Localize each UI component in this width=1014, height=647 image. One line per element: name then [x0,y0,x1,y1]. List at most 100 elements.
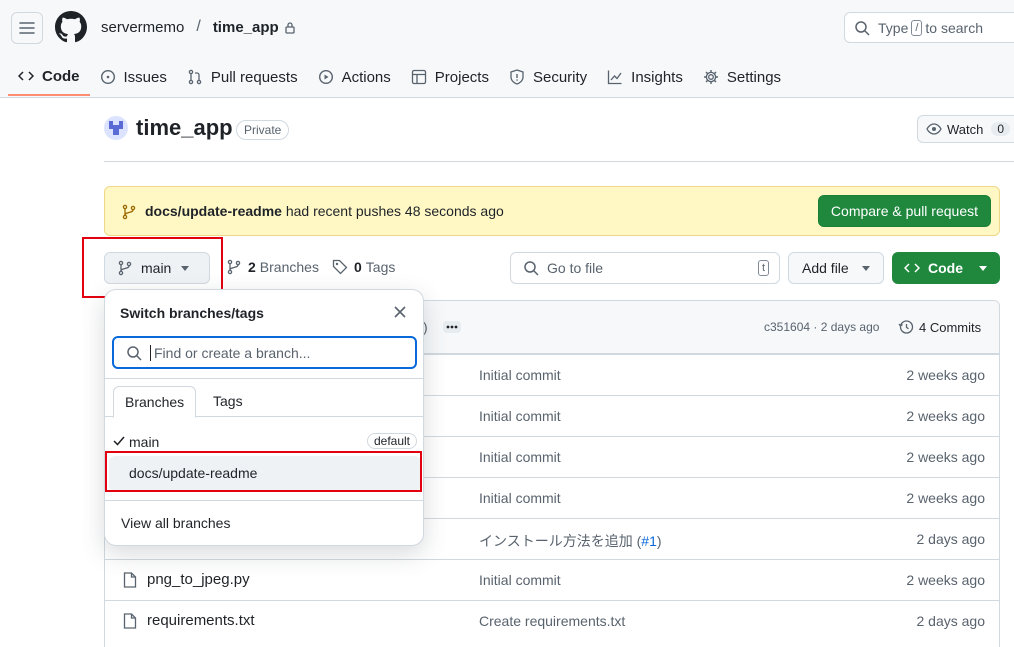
tab-insights[interactable]: Insights [597,58,693,96]
branch-search-placeholder: Find or create a branch... [154,344,311,361]
dropdown-title: Switch branches/tags [120,305,264,321]
branches-link[interactable]: 2 Branches [226,259,319,275]
issue-icon [100,69,115,85]
commit-message[interactable]: Create requirements.txt [479,613,625,629]
file-icon [123,613,137,629]
expand-commit-button[interactable] [443,321,461,333]
commit-date: 2 weeks ago [906,408,985,424]
ellipsis-icon [446,325,458,329]
pr-link[interactable]: #1 [641,533,657,549]
eye-icon [926,123,942,135]
branch-icon [227,259,241,275]
search-icon [524,261,539,276]
table-icon [411,69,426,85]
tag-icon [332,259,348,275]
commit-date: 2 weeks ago [906,490,985,506]
commit-message: インストール方法を追加 (#1) [479,531,662,551]
dropdown-tabs: Branches Tags [105,386,423,418]
tab-label: Security [532,68,588,86]
shield-icon [510,69,524,85]
file-name[interactable]: png_to_jpeg.py [147,571,250,588]
tab-security[interactable]: Security [499,58,597,96]
search-prefix: Type [878,19,909,36]
commit-date: 2 weeks ago [906,449,985,465]
view-all-branches-link[interactable]: View all branches [121,515,230,531]
divider [104,161,1014,162]
code-label: Code [928,260,963,276]
commit-message[interactable]: Initial commit [479,449,561,465]
commit-meta[interactable]: c351604 · 2 days ago [764,320,879,334]
commits-link[interactable]: 4 Commits [898,319,981,335]
global-search[interactable]: Type / to search [844,12,1014,43]
breadcrumb: servermemo / time_app [101,16,296,38]
branch-name: main [129,434,160,450]
tab-settings[interactable]: Settings [693,58,791,96]
table-row[interactable]: png_to_jpeg.py Initial commit 2 weeks ag… [105,559,999,600]
visibility-badge: Private [236,120,290,140]
branch-dropdown: Switch branches/tags Find or create a br… [104,289,424,546]
add-file-label: Add file [802,260,849,276]
watch-count: 0 [991,122,1011,136]
chevron-down-icon [861,265,870,271]
tab-issues[interactable]: Issues [90,58,177,96]
tab-projects[interactable]: Projects [401,58,499,96]
tab-label: Actions [341,68,391,86]
code-button[interactable]: Code [892,252,1000,284]
add-file-button[interactable]: Add file [788,252,884,284]
file-name[interactable]: requirements.txt [147,612,255,629]
repo-title[interactable]: time_app [136,115,233,141]
tags-count: 0 [354,259,362,275]
gear-icon [703,70,718,84]
watch-button[interactable]: Watch 0 [917,115,1014,143]
breadcrumb-separator: / [196,18,201,35]
commit-date: 2 days ago [916,613,986,629]
tab-code[interactable]: Code [8,58,90,96]
github-logo-icon[interactable] [55,11,87,43]
tab-label: Code [42,67,80,85]
commit-message[interactable]: Initial commit [479,367,561,383]
banner-message: docs/update-readme had recent pushes 48 … [145,203,504,219]
go-to-file-input[interactable]: Go to file t [510,252,780,284]
commit-message[interactable]: Initial commit [479,490,561,506]
play-icon [318,69,333,85]
banner-branch[interactable]: docs/update-readme [145,203,282,219]
tab-branches[interactable]: Branches [113,386,197,418]
close-icon [394,306,406,318]
tab-actions[interactable]: Actions [308,58,401,96]
tab-tags[interactable]: Tags [213,393,243,409]
tab-label: Issues [123,68,167,86]
default-badge: default [366,433,417,449]
repo-link[interactable]: time_app [213,19,279,36]
compare-pull-request-button[interactable]: Compare & pull request [817,195,991,227]
divider [105,378,423,379]
lock-icon [285,21,295,34]
menu-button[interactable] [11,12,43,44]
search-icon [855,20,870,36]
watch-label: Watch [947,121,984,137]
table-row[interactable]: requirements.txt Create requirements.txt… [105,600,999,641]
history-icon [898,320,914,334]
chevron-down-icon [979,265,987,271]
repo-avatar[interactable] [104,116,128,140]
code-icon [904,263,920,273]
go-to-file-shortcut: t [757,260,769,276]
branch-icon [122,204,136,220]
tags-link[interactable]: 0 Tags [332,259,395,275]
branches-label: Branches [259,259,319,275]
close-button[interactable] [394,306,406,318]
commit-message-text[interactable]: インストール方法を追加 ( [479,533,641,549]
commit-message[interactable]: Initial commit [479,572,561,588]
recent-push-banner: docs/update-readme had recent pushes 48 … [104,186,1000,236]
highlight-box [105,451,422,492]
commit-message-end: ) [656,533,662,549]
tab-label: Pull requests [210,68,298,86]
tab-label: Insights [631,68,683,86]
owner-link[interactable]: servermemo [101,19,184,36]
commits-count-label: 4 Commits [919,319,982,335]
commit-message[interactable]: Initial commit [479,408,561,424]
tab-pull-requests[interactable]: Pull requests [177,58,308,96]
code-icon [18,71,34,81]
banner-text: had recent pushes 48 seconds ago [285,203,504,219]
repo-nav: Code Issues Pull requests Actions Projec… [8,58,791,98]
branch-search-input[interactable]: Find or create a branch... [112,336,417,369]
